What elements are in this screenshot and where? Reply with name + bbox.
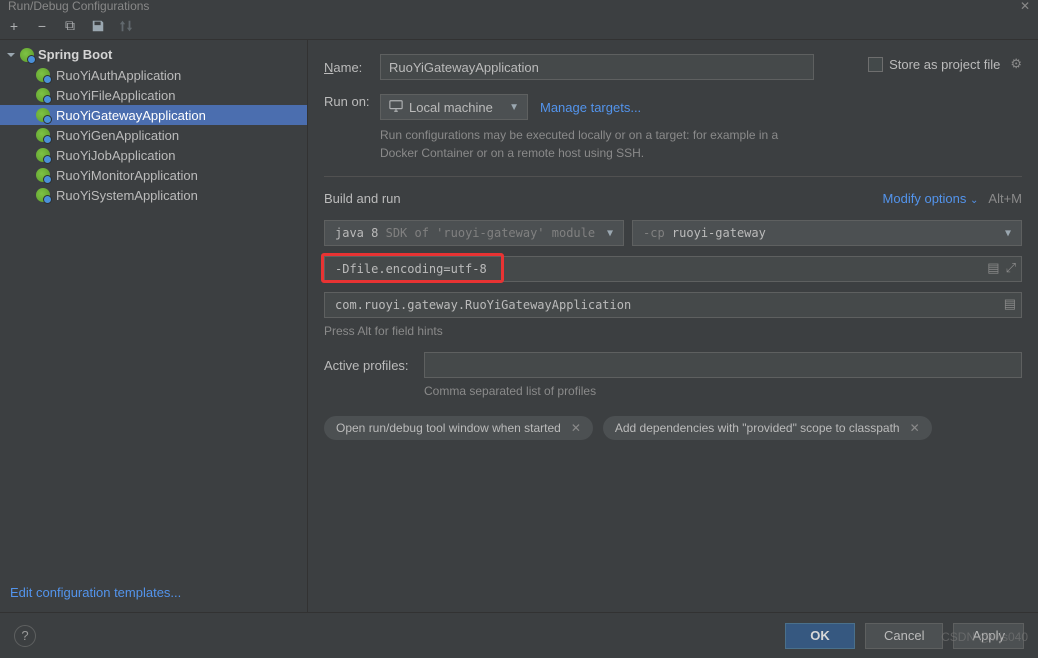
main-class-input[interactable]: com.ruoyi.gateway.RuoYiGatewayApplicatio… [324,292,1022,318]
chip-open-tool-window[interactable]: Open run/debug tool window when started … [324,416,593,440]
cp-prefix: -cp [643,226,665,240]
tree-item[interactable]: RuoYiJobApplication [0,145,307,165]
spring-boot-icon [36,108,50,122]
tree-item-label: RuoYiGatewayApplication [56,108,206,123]
build-run-title: Build and run [324,191,401,206]
runon-label: Run on: [324,94,380,109]
tree-root-spring-boot[interactable]: Spring Boot [0,44,307,65]
name-input[interactable] [380,54,814,80]
remove-icon[interactable]: − [34,18,50,34]
monitor-icon [389,99,403,116]
main-class-text: com.ruoyi.gateway.RuoYiGatewayApplicatio… [335,298,631,312]
modify-shortcut: Alt+M [988,191,1022,206]
help-button[interactable]: ? [14,625,36,647]
tree-item-label: RuoYiAuthApplication [56,68,181,83]
close-icon[interactable]: ✕ [571,421,581,435]
tree-item-label: RuoYiFileApplication [56,88,175,103]
store-as-project-file-checkbox[interactable] [868,57,883,72]
chip-label: Add dependencies with "provided" scope t… [615,421,900,435]
chip-provided-scope[interactable]: Add dependencies with "provided" scope t… [603,416,932,440]
tree-item[interactable]: RuoYiSystemApplication [0,185,307,205]
tree-item[interactable]: RuoYiMonitorApplication [0,165,307,185]
tree-item-label: RuoYiSystemApplication [56,188,198,203]
runon-value: Local machine [409,100,493,115]
classpath-dropdown[interactable]: -cp ruoyi-gateway ▼ [632,220,1022,246]
titlebar: Run/Debug Configurations ✕ [0,0,1038,12]
history-icon[interactable]: ▤ [987,260,999,276]
chevron-down-icon: ▼ [1005,228,1011,239]
vm-options-text: -Dfile.encoding=utf-8 [335,262,487,276]
chip-label: Open run/debug tool window when started [336,421,561,435]
vm-options-input[interactable]: -Dfile.encoding=utf-8 [324,256,1022,282]
tree-item[interactable]: RuoYiAuthApplication [0,65,307,85]
spring-boot-icon [36,148,50,162]
spring-boot-icon [36,128,50,142]
tree-item[interactable]: RuoYiGatewayApplication [0,105,307,125]
modify-options-link[interactable]: Modify options ⌄ [883,191,979,206]
chevron-down-icon: ▼ [509,102,519,113]
apply-button[interactable]: Apply [953,623,1024,649]
runon-hint: Run configurations may be executed local… [380,126,780,162]
tree-item[interactable]: RuoYiGenApplication [0,125,307,145]
content-panel: Store as project file ⚙ Name: Run on: Lo… [308,40,1038,612]
copy-icon[interactable]: ⧉ [62,18,78,34]
config-tree: Spring Boot RuoYiAuthApplication RuoYiFi… [0,40,307,577]
gear-icon[interactable]: ⚙ [1010,56,1022,72]
sidebar: Spring Boot RuoYiAuthApplication RuoYiFi… [0,40,308,612]
active-profiles-input[interactable] [424,352,1022,378]
tree-item-label: RuoYiMonitorApplication [56,168,198,183]
spring-boot-icon [36,188,50,202]
tree-item[interactable]: RuoYiFileApplication [0,85,307,105]
cancel-button[interactable]: Cancel [865,623,943,649]
sort-icon [118,18,134,34]
comma-hint: Comma separated list of profiles [424,384,1022,398]
tree-item-label: RuoYiJobApplication [56,148,175,163]
history-icon[interactable]: ▤ [1004,296,1016,312]
alt-hint: Press Alt for field hints [324,324,1022,338]
close-icon[interactable]: ✕ [910,421,920,435]
runon-dropdown[interactable]: Local machine ▼ [380,94,528,120]
name-label: Name: [324,60,380,75]
tree-root-label: Spring Boot [38,47,112,62]
spring-boot-icon [20,48,34,62]
spring-boot-icon [36,68,50,82]
tree-item-label: RuoYiGenApplication [56,128,179,143]
store-label: Store as project file [889,57,1000,72]
expand-icon[interactable]: ⤢ [1006,260,1016,276]
add-icon[interactable]: + [6,18,22,34]
spring-boot-icon [36,168,50,182]
sdk-hint: SDK of 'ruoyi-gateway' module [386,226,596,240]
toolbar: + − ⧉ [0,12,1038,40]
save-icon[interactable] [90,18,106,34]
sdk-dropdown[interactable]: java 8 SDK of 'ruoyi-gateway' module ▼ [324,220,624,246]
ok-button[interactable]: OK [785,623,855,649]
chevron-down-icon [6,50,16,60]
chevron-down-icon: ▼ [607,228,613,239]
manage-targets-link[interactable]: Manage targets... [540,100,641,115]
edit-templates-link[interactable]: Edit configuration templates... [10,585,181,600]
spring-boot-icon [36,88,50,102]
sdk-value: java 8 [335,226,378,240]
cp-value: ruoyi-gateway [672,226,766,240]
footer: ? OK Cancel Apply [0,612,1038,658]
active-profiles-label: Active profiles: [324,358,414,373]
